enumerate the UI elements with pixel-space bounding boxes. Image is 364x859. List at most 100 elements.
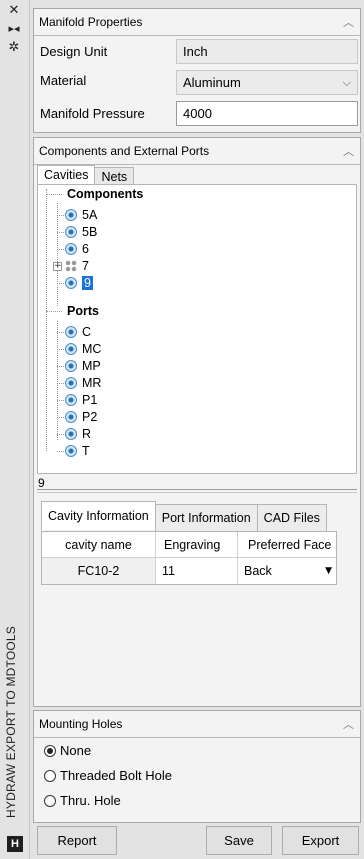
pin-icon[interactable]: ▸◂ [0,22,28,35]
tree-line [57,215,64,216]
port-icon [65,411,77,423]
tree-line [46,311,62,312]
expand-plus-icon[interactable]: + [53,262,62,271]
radio-thru-hole[interactable]: Thru. Hole [44,791,121,811]
tree-node-port[interactable]: R [65,426,91,443]
mounting-holes-header[interactable]: Mounting Holes ︿ [34,711,360,738]
cavity-icon [65,243,77,255]
port-icon [65,377,77,389]
column-header-cavity-name: cavity name [42,532,156,558]
preferred-face-select[interactable]: Back ▼ [238,558,338,584]
tree-node-port[interactable]: MP [65,358,101,375]
tab-cavity-information[interactable]: Cavity Information [41,501,156,530]
tree-line [46,189,47,451]
port-icon [65,326,77,338]
details-panel: Cavity Information Port Information CAD Fi… [37,492,357,694]
port-icon [65,360,77,372]
manifold-properties-header[interactable]: Manifold Properties ︿ [34,9,360,36]
chevron-down-icon[interactable]: ⌵ [343,71,351,94]
gear-icon[interactable]: ✲ [0,40,28,55]
tree-line [57,232,64,233]
chevron-up-icon[interactable]: ︿ [343,711,354,738]
app-logo-icon: H [7,836,23,852]
radio-threaded-bolt-hole[interactable]: Threaded Bolt Hole [44,766,172,786]
report-button[interactable]: Report [37,826,117,855]
tree-line [57,349,64,350]
tree-line [57,332,64,333]
tree-node-component-group[interactable]: 7 [65,258,89,275]
radio-checked-icon[interactable] [44,745,56,757]
cavity-icon [65,277,77,289]
tab-cad-files[interactable]: CAD Files [256,504,327,531]
tree-node-port[interactable]: P1 [65,392,97,409]
export-button[interactable]: Export [282,826,359,855]
radio-unchecked-icon[interactable] [44,795,56,807]
manifold-properties-title: Manifold Properties [39,15,143,29]
column-header-preferred-face: Preferred Face [248,538,332,552]
tree-node-component[interactable]: 6 [65,241,89,258]
manifold-pressure-row: Manifold Pressure 4000 [34,99,360,128]
tree-line [57,417,64,418]
port-icon [65,445,77,457]
cavity-icon [65,209,77,221]
component-tree[interactable]: Components 5A 5B 6 + 7 9 Ports C MC MP M… [37,184,357,474]
tree-node-component[interactable]: 5B [65,224,97,241]
cavity-icon [65,226,77,238]
tree-line [57,400,64,401]
port-icon [65,343,77,355]
manifold-pressure-input[interactable]: 4000 [176,101,358,126]
cavity-grid: cavity name Engraving Preferred Face FC1… [41,531,337,585]
tree-line [57,451,64,452]
grid-header-row: cavity name Engraving Preferred Face [42,532,336,558]
components-ports-title: Components and External Ports [39,144,210,158]
tree-node-port[interactable]: P2 [65,409,97,426]
preferred-face-value: Back [244,564,272,578]
tree-node-port[interactable]: T [65,443,90,460]
chevron-up-icon[interactable]: ︿ [343,9,354,36]
tree-line [57,203,58,306]
tree-node-component[interactable]: 5A [65,207,97,224]
radio-unchecked-icon[interactable] [44,770,56,782]
tree-node-port[interactable]: C [65,324,91,341]
design-unit-row: Design Unit Inch [34,37,360,66]
dropdown-arrow-icon[interactable]: ▼ [325,558,332,584]
mounting-holes-title: Mounting Holes [39,717,123,731]
close-icon[interactable]: ✕ [0,3,28,18]
group-icon [65,260,77,272]
mounting-holes-panel: Mounting Holes ︿ None Threaded Bolt Hole… [33,710,361,823]
port-icon [65,428,77,440]
tree-node-port[interactable]: MR [65,375,101,392]
tree-node-components[interactable]: Components [67,186,143,203]
tree-line [57,283,64,284]
tab-port-information[interactable]: Port Information [154,504,258,531]
tree-node-ports[interactable]: Ports [67,303,99,320]
material-select[interactable]: Aluminum ⌵ [176,70,358,95]
tree-line [57,434,64,435]
tree-line [46,194,62,195]
design-unit-field: Inch [176,39,358,64]
manifold-pressure-label: Manifold Pressure [40,106,145,121]
material-value: Aluminum [183,75,241,90]
cavity-name-cell: FC10-2 [42,558,156,584]
splitter[interactable] [37,489,357,490]
chevron-up-icon[interactable]: ︿ [343,138,354,165]
engraving-cell[interactable]: 11 [156,558,238,584]
table-row: FC10-2 11 Back ▼ [42,558,336,584]
button-bar: Report Save Export [33,822,361,859]
tree-line [57,321,58,440]
palette-title: HYDRAW EXPORT TO MDTOOLS [4,626,18,818]
design-unit-label: Design Unit [40,44,108,59]
details-tabs: Cavity Information Port Information CAD Fi… [41,501,327,532]
components-ports-panel: Components and External Ports ︿ Cavities… [33,137,361,707]
tree-node-component-selected[interactable]: 9 [65,275,93,292]
tree-node-port[interactable]: MC [65,341,101,358]
components-ports-header[interactable]: Components and External Ports ︿ [34,138,360,165]
save-button[interactable]: Save [206,826,272,855]
column-header-engraving: Engraving [156,532,238,558]
manifold-properties-panel: Manifold Properties ︿ Design Unit Inch M… [33,8,361,133]
port-icon [65,394,77,406]
radio-none[interactable]: None [44,741,91,761]
tree-tabs: Cavities Nets [37,165,135,187]
material-label: Material [40,73,87,88]
tree-line [57,366,64,367]
